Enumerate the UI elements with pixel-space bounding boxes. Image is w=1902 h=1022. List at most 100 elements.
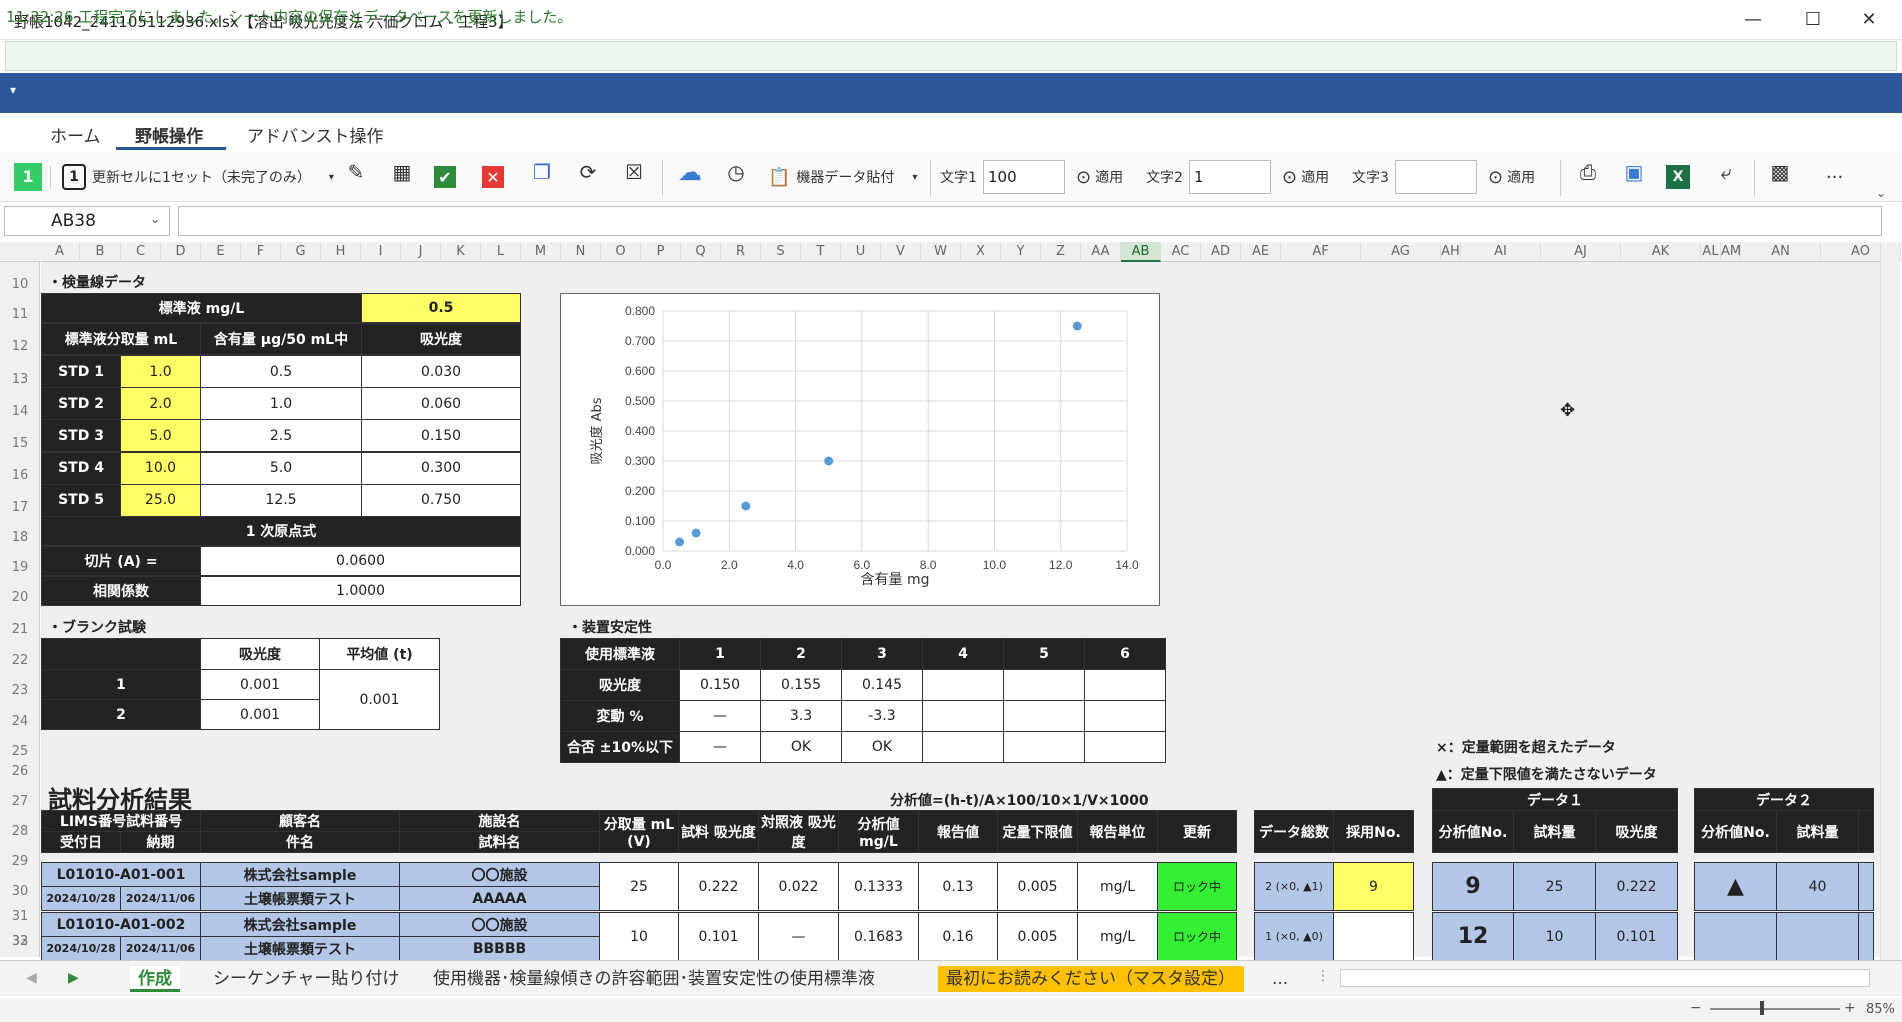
std-abs-cell[interactable]: 0.060 (361, 387, 521, 421)
close-box-icon[interactable]: ☒ (620, 158, 648, 186)
column-header[interactable]: AD (1201, 242, 1241, 262)
row-lims[interactable]: L01010-A01-002 (41, 912, 201, 937)
stability-cell[interactable]: — (679, 700, 761, 732)
column-header[interactable]: N (561, 242, 601, 262)
sheet-tab-sequencer[interactable]: シーケンチャー貼り付け (205, 966, 407, 992)
minimize-button[interactable]: — (1730, 4, 1776, 36)
row-due[interactable]: 2024/11/06 (120, 936, 201, 961)
tab-field-book[interactable]: 野帳操作 (135, 122, 203, 147)
tab-options-icon[interactable]: ⋮ (1316, 968, 1330, 984)
column-header[interactable]: O (601, 242, 641, 262)
std-content-cell[interactable]: 1.0 (200, 387, 362, 421)
column-header[interactable]: I (361, 242, 401, 262)
row-val[interactable]: 0.1683 (838, 912, 919, 961)
row-update[interactable]: ロック中 (1157, 862, 1237, 911)
column-header[interactable]: AH (1441, 242, 1461, 262)
column-header[interactable]: M (521, 242, 561, 262)
column-header[interactable]: R (721, 242, 761, 262)
row-d1-no[interactable]: 12 (1432, 912, 1514, 961)
column-header[interactable]: Z (1041, 242, 1081, 262)
zoom-slider-thumb[interactable] (1760, 1001, 1764, 1015)
column-header[interactable]: E (201, 242, 241, 262)
stability-cell[interactable] (922, 669, 1004, 701)
row-d1-qty[interactable]: 25 (1513, 862, 1596, 911)
row-d1-abs[interactable]: 0.222 (1595, 862, 1678, 911)
column-header[interactable]: AE (1241, 242, 1281, 262)
stability-cell[interactable]: — (679, 731, 761, 763)
more-button[interactable]: ··· (1826, 158, 1843, 196)
row-d1-no[interactable]: 9 (1432, 862, 1514, 911)
tab-home[interactable]: ホーム (50, 122, 101, 147)
column-header[interactable]: AK (1621, 242, 1701, 262)
std-volume-cell[interactable]: 2.0 (120, 387, 201, 421)
image-icon[interactable]: ▣ (1620, 158, 1648, 186)
stability-cell[interactable] (1084, 731, 1166, 763)
row-lower[interactable]: 0.005 (997, 862, 1078, 911)
column-header[interactable]: A (40, 242, 80, 262)
row-unit[interactable]: mg/L (1077, 912, 1158, 961)
row-d2-qty[interactable]: 40 (1776, 862, 1859, 911)
row-adopt[interactable]: 9 (1333, 862, 1414, 911)
row-lower[interactable]: 0.005 (997, 912, 1078, 961)
column-header[interactable]: D (161, 242, 201, 262)
row-vol[interactable]: 25 (599, 862, 679, 911)
row-vol[interactable]: 10 (599, 912, 679, 961)
row-header[interactable]: 28 (0, 824, 40, 839)
column-header[interactable]: K (441, 242, 481, 262)
intercept-value[interactable]: 0.0600 (200, 546, 521, 576)
excel-icon[interactable]: X (1666, 165, 1690, 189)
column-header[interactable]: G (281, 242, 321, 262)
std-content-cell[interactable]: 2.5 (200, 419, 362, 453)
row-header[interactable]: 24 (0, 714, 40, 729)
stability-cell[interactable] (1003, 669, 1085, 701)
corr-value[interactable]: 1.0000 (200, 576, 521, 606)
row-sabs[interactable]: 0.101 (678, 912, 759, 961)
row-header[interactable]: 11 (0, 307, 40, 322)
stability-cell[interactable]: 0.145 (841, 669, 923, 701)
text1-input[interactable]: 100 (983, 160, 1065, 194)
quick-access-caret-icon[interactable]: ▾ (10, 83, 16, 97)
column-header[interactable]: AJ (1541, 242, 1621, 262)
row-cabs[interactable]: — (758, 912, 839, 961)
row-header[interactable]: 18 (0, 530, 40, 545)
row-unit[interactable]: mg/L (1077, 862, 1158, 911)
row-report[interactable]: 0.13 (918, 862, 998, 911)
maximize-button[interactable]: ☐ (1790, 4, 1836, 36)
row-received[interactable]: 2024/10/28 (41, 886, 121, 911)
sheet-tab-readme[interactable]: 最初にお読みください（マスタ設定） (938, 966, 1244, 992)
sheet-tab-equipment[interactable]: 使用機器･検量線傾きの許容範囲･装置安定性の使用標準液 (425, 966, 883, 992)
dropdown-caret-icon[interactable]: ▾ (329, 172, 334, 183)
stability-cell[interactable]: OK (841, 731, 923, 763)
column-header[interactable]: J (401, 242, 441, 262)
std-volume-cell[interactable]: 25.0 (120, 483, 201, 517)
column-header[interactable]: L (481, 242, 521, 262)
name-box[interactable]: AB38 (4, 206, 170, 236)
row-header[interactable]: 14 (0, 404, 40, 419)
row-due[interactable]: 2024/11/06 (120, 886, 201, 911)
refresh-icon[interactable]: ⟳ (574, 158, 602, 186)
std-content-cell[interactable]: 0.5 (200, 355, 362, 388)
column-header[interactable]: F (241, 242, 281, 262)
column-header[interactable]: Y (1001, 242, 1041, 262)
row-header[interactable]: 26 (0, 764, 40, 779)
column-header[interactable]: Q (681, 242, 721, 262)
row-header[interactable]: 23 (0, 683, 40, 698)
set-update-button[interactable]: 更新セルに1セット（未完了のみ） ▾ (92, 158, 334, 196)
row-header[interactable]: 20 (0, 590, 40, 605)
stability-cell[interactable] (1084, 700, 1166, 732)
row-case[interactable]: 土壌帳票類テスト (200, 936, 400, 961)
sheet-tab-more[interactable]: ... (1264, 966, 1296, 992)
column-header[interactable]: AC (1161, 242, 1201, 262)
row-header[interactable]: 15 (0, 436, 40, 451)
column-header[interactable]: W (921, 242, 961, 262)
column-header[interactable]: H (321, 242, 361, 262)
stability-cell[interactable] (1003, 731, 1085, 763)
dropdown-caret-icon[interactable]: ▾ (912, 172, 917, 183)
stability-cell[interactable] (1084, 669, 1166, 701)
stability-cell[interactable]: 0.150 (679, 669, 761, 701)
pen-icon[interactable]: ✎ (342, 158, 370, 186)
chevron-down-icon[interactable]: ⌄ (150, 212, 160, 226)
zoom-slider[interactable] (1710, 1008, 1840, 1010)
row-facility[interactable]: 〇〇施設 (399, 862, 600, 887)
ribbon-collapse-icon[interactable]: ⌄ (1876, 186, 1886, 200)
